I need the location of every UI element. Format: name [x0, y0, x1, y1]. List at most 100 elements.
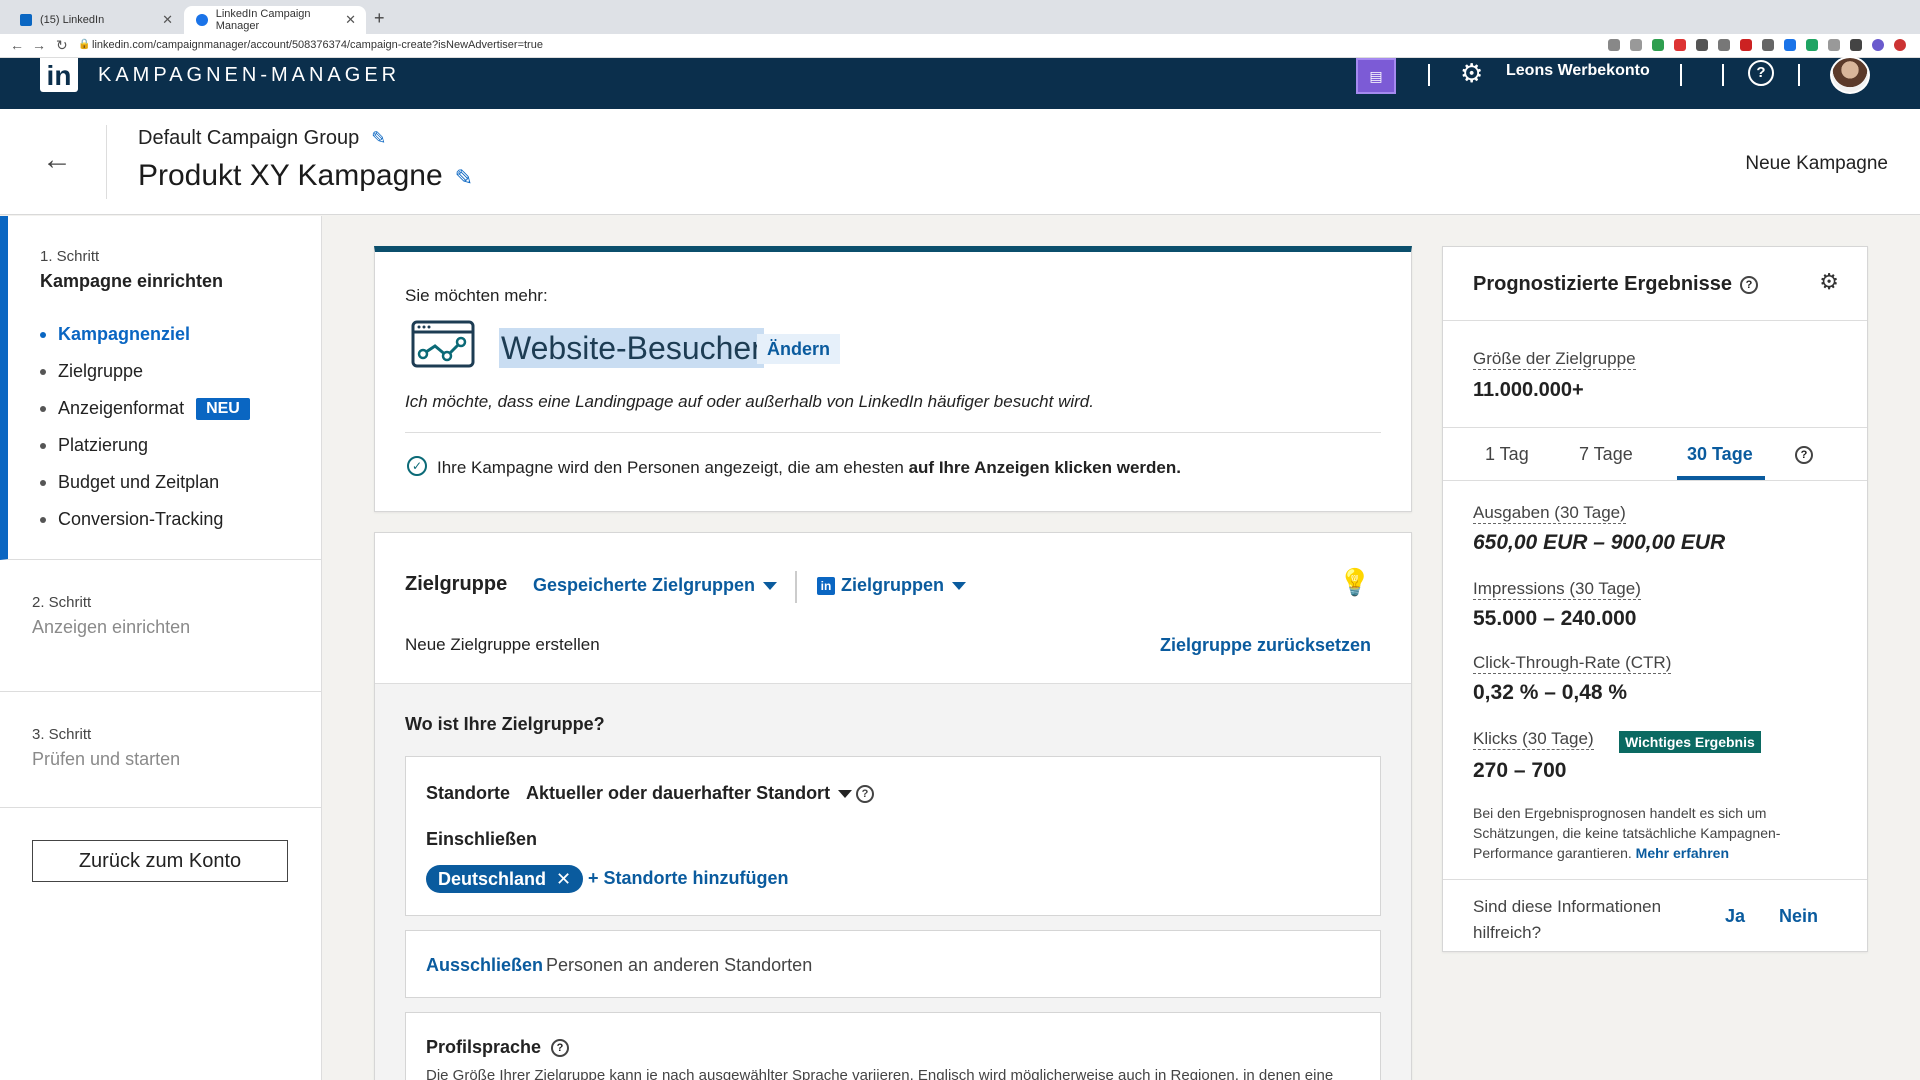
metric-label-spend[interactable]: Ausgaben (30 Tage) [1473, 503, 1626, 524]
extension-icon[interactable] [1806, 39, 1818, 51]
dropdown-label: Zielgruppen [841, 575, 944, 595]
check-circle-icon: ✓ [407, 456, 427, 476]
campaign-status: Neue Kampagne [1745, 153, 1888, 174]
caret-down-icon [763, 582, 778, 591]
avatar[interactable] [1830, 56, 1870, 94]
key-result-badge: Wichtiges Ergebnis [1619, 731, 1761, 753]
linkedin-audiences-dropdown[interactable]: in Zielgruppen [817, 575, 966, 596]
goal-description: Ich möchte, dass eine Landingpage auf od… [405, 392, 1094, 411]
step-3[interactable]: 3. Schritt Prüfen und starten [0, 692, 322, 808]
metric-label-impressions[interactable]: Impressions (30 Tage) [1473, 579, 1641, 600]
reload-icon[interactable]: ↻ [56, 37, 68, 54]
back-icon[interactable]: ← [10, 37, 24, 53]
back-to-account-button[interactable]: Zurück zum Konto [32, 840, 288, 882]
include-label: Einschließen [426, 829, 538, 849]
lightbulb-icon[interactable]: 💡 [1339, 567, 1371, 598]
extension-icon[interactable] [1894, 39, 1906, 51]
help-icon[interactable]: ? [856, 785, 874, 803]
caret-down-icon [838, 789, 853, 798]
metric-label-clicks[interactable]: Klicks (30 Tage) [1473, 729, 1594, 750]
close-tab-icon[interactable]: ✕ [345, 12, 356, 28]
star-icon[interactable] [1630, 39, 1642, 51]
menu-icon[interactable] [1850, 39, 1862, 51]
gear-icon[interactable]: ⚙ [1819, 269, 1839, 295]
new-tab-icon[interactable]: + [374, 8, 385, 29]
exclude-description: Personen an anderen Standorten [546, 955, 813, 975]
sidebar-item-label: Kampagnenziel [58, 324, 191, 344]
audience-size-value: 11.000.000+ [1473, 379, 1584, 401]
bullet-icon [40, 479, 46, 486]
browser-address-bar: ← → ↻ 🔒 linkedin.com/campaignmanager/acc… [0, 34, 1920, 58]
step-title: Prüfen und starten [32, 749, 181, 769]
tab-30-days[interactable]: 30 Tage [1687, 444, 1753, 465]
profile-language-description: Die Größe Ihrer Zielgruppe kann je nach … [426, 1067, 1334, 1080]
feedback-no-button[interactable]: Nein [1779, 906, 1818, 927]
header-divider [1428, 64, 1430, 86]
campaign-name: Produkt XY Kampagne [138, 159, 443, 192]
bullet-icon [40, 368, 46, 375]
extension-icon[interactable] [1674, 39, 1686, 51]
campaign-group-name: Default Campaign Group [138, 127, 360, 149]
edit-pencil-icon[interactable]: ✎ [455, 165, 473, 190]
sidebar-item-budget[interactable]: Budget und Zeitplan [40, 464, 250, 501]
help-icon[interactable]: ? [1748, 60, 1774, 86]
add-locations-button[interactable]: + Standorte hinzufügen [588, 868, 789, 889]
gear-icon[interactable]: ⚙ [1460, 58, 1483, 89]
campaign-goal-card: Sie möchten mehr: Website-Besucher Änder… [374, 246, 1412, 512]
locations-label: Standorte [426, 783, 511, 803]
extension-icon[interactable] [1828, 39, 1840, 51]
goal-prompt: Sie möchten mehr: [405, 286, 548, 305]
page-icon[interactable]: ▤ [1356, 58, 1396, 94]
help-icon[interactable]: ? [551, 1038, 570, 1057]
title-text: Prognostizierte Ergebnisse [1473, 273, 1732, 295]
extension-icon[interactable] [1762, 39, 1774, 51]
exclude-button[interactable]: Ausschließen [426, 955, 543, 976]
step-title: Kampagne einrichten [40, 271, 224, 291]
audience-card: Zielgruppe Gespeicherte Zielgruppen in Zi… [374, 532, 1412, 1080]
steps-sidebar: 1. Schritt Kampagne einrichten Kampagnen… [0, 216, 322, 1080]
forecast-header: Prognostizierte Ergebnisse? ⚙ [1443, 247, 1867, 321]
audience-size-label[interactable]: Größe der Zielgruppe [1473, 349, 1636, 370]
edit-pencil-icon[interactable]: ✎ [371, 128, 386, 148]
location-type-select[interactable]: Aktueller oder dauerhafter Standort [526, 783, 853, 804]
saved-audiences-dropdown[interactable]: Gespeicherte Zielgruppen [533, 575, 778, 596]
extension-icon[interactable] [1696, 39, 1708, 51]
reset-audience-button[interactable]: Zielgruppe zurücksetzen [1160, 635, 1371, 656]
feedback-yes-button[interactable]: Ja [1725, 906, 1745, 927]
profile-icon[interactable] [1872, 39, 1884, 51]
extension-icon[interactable] [1740, 39, 1752, 51]
sidebar-item-platzierung[interactable]: Platzierung [40, 427, 250, 464]
bullet-icon [40, 331, 46, 338]
sidebar-item-kampagnenziel[interactable]: Kampagnenziel [40, 316, 250, 353]
tab-7-days[interactable]: 7 Tage [1579, 444, 1633, 465]
step-2[interactable]: 2. Schritt Anzeigen einrichten [0, 560, 322, 692]
new-badge: NEU [196, 397, 250, 420]
account-name[interactable]: Leons Werbekonto [1506, 62, 1650, 80]
zoom-icon[interactable] [1608, 39, 1620, 51]
help-icon[interactable]: ? [1739, 275, 1758, 294]
forward-icon[interactable]: → [32, 37, 46, 53]
tab-1-day[interactable]: 1 Tag [1485, 444, 1529, 465]
sidebar-item-anzeigenformat[interactable]: Anzeigenformat NEU [40, 390, 250, 427]
url-input[interactable]: linkedin.com/campaignmanager/account/508… [92, 39, 543, 51]
linkedin-logo[interactable]: in [40, 58, 78, 92]
learn-more-link[interactable]: Mehr erfahren [1636, 845, 1729, 861]
browser-tab-campaign-manager[interactable]: LinkedIn Campaign Manager ✕ [184, 6, 366, 34]
forecast-title: Prognostizierte Ergebnisse? [1473, 273, 1758, 296]
help-icon[interactable]: ? [1795, 446, 1813, 464]
close-tab-icon[interactable]: ✕ [162, 12, 173, 28]
extension-icon[interactable] [1652, 39, 1664, 51]
bullet-icon [40, 516, 46, 523]
extension-icon[interactable] [1718, 39, 1730, 51]
remove-icon[interactable]: ✕ [556, 865, 571, 893]
goal-info: Ihre Kampagne wird den Personen angezeig… [437, 458, 1181, 478]
extension-icon[interactable] [1784, 39, 1796, 51]
change-goal-button[interactable]: Ändern [757, 334, 840, 364]
sidebar-item-zielgruppe[interactable]: Zielgruppe [40, 353, 250, 390]
browser-tab-linkedin[interactable]: (15) LinkedIn ✕ [8, 6, 183, 34]
back-arrow-icon[interactable]: ← [42, 143, 72, 177]
extension-icons [1608, 39, 1906, 51]
metric-label-ctr[interactable]: Click-Through-Rate (CTR) [1473, 653, 1672, 674]
sidebar-item-label: Zielgruppe [58, 361, 144, 381]
sidebar-item-conversion-tracking[interactable]: Conversion-Tracking [40, 501, 250, 538]
